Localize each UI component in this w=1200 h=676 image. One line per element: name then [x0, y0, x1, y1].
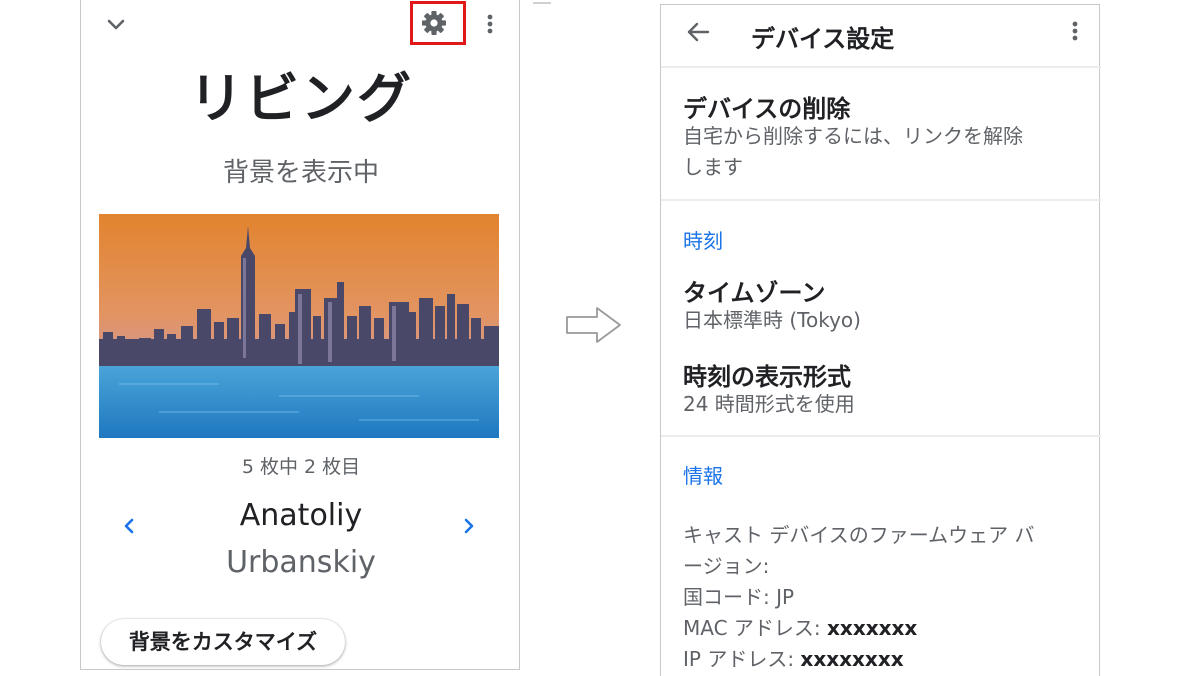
- more-vert-icon[interactable]: [1065, 17, 1085, 45]
- living-room-screen: リビング 背景を表示中 5 枚中 2 枚目 Anatoliy Urbanskiy…: [80, 0, 520, 670]
- section-divider: [661, 199, 1101, 201]
- country-code-row: 国コード: JP: [683, 581, 794, 610]
- info-section-header: 情報: [683, 464, 723, 488]
- mac-address-value: xxxxxxx: [827, 616, 918, 640]
- divider: [533, 2, 551, 4]
- timezone-value: 日本標準時 (Tokyo): [683, 308, 861, 332]
- more-vert-icon[interactable]: [479, 10, 501, 38]
- remove-device-description-line1: 自宅から削除するには、リンクを解除: [683, 124, 1023, 148]
- back-arrow-icon[interactable]: [685, 20, 711, 44]
- section-divider: [661, 435, 1101, 437]
- time-section-header: 時刻: [683, 229, 723, 253]
- country-code-label: 国コード:: [683, 585, 770, 609]
- ip-address-row: IP アドレス: xxxxxxxx: [683, 643, 904, 672]
- remove-device-title: デバイスの削除: [683, 95, 851, 123]
- photographer-first-name: Anatoliy: [239, 498, 363, 533]
- time-format-value: 24 時間形式を使用: [683, 392, 855, 416]
- ip-address-label: IP アドレス:: [683, 647, 795, 671]
- gear-icon[interactable]: [418, 9, 450, 37]
- mac-address-label: MAC アドレス:: [683, 616, 821, 640]
- ambient-status: 背景を表示中: [222, 158, 379, 188]
- room-title: リビング: [189, 67, 413, 130]
- background-photo: [99, 214, 499, 438]
- country-code-value: JP: [776, 585, 795, 609]
- arrow-right-icon: [566, 307, 621, 343]
- customize-background-button[interactable]: 背景をカスタマイズ: [101, 619, 345, 665]
- image-counter: 5 枚中 2 枚目: [241, 456, 361, 478]
- page-title: デバイス設定: [751, 25, 895, 53]
- device-settings-screen: デバイス設定 デバイスの削除 自宅から削除するには、リンクを解除 します 時刻 …: [660, 4, 1101, 676]
- header-divider: [661, 66, 1101, 68]
- mac-address-row: MAC アドレス: xxxxxxx: [683, 612, 917, 641]
- remove-device-description-line2: します: [683, 155, 743, 179]
- time-format-title: 時刻の表示形式: [683, 363, 851, 391]
- firmware-label-line2: ージョン:: [683, 554, 770, 578]
- firmware-label-line1: キャスト デバイスのファームウェア バ: [683, 523, 1035, 547]
- timezone-title: タイムゾーン: [683, 279, 826, 307]
- chevron-down-icon[interactable]: [105, 16, 127, 34]
- chevron-right-icon[interactable]: [457, 512, 481, 540]
- photographer-last-name: Urbanskiy: [226, 545, 376, 580]
- ip-address-value: xxxxxxxx: [800, 647, 904, 671]
